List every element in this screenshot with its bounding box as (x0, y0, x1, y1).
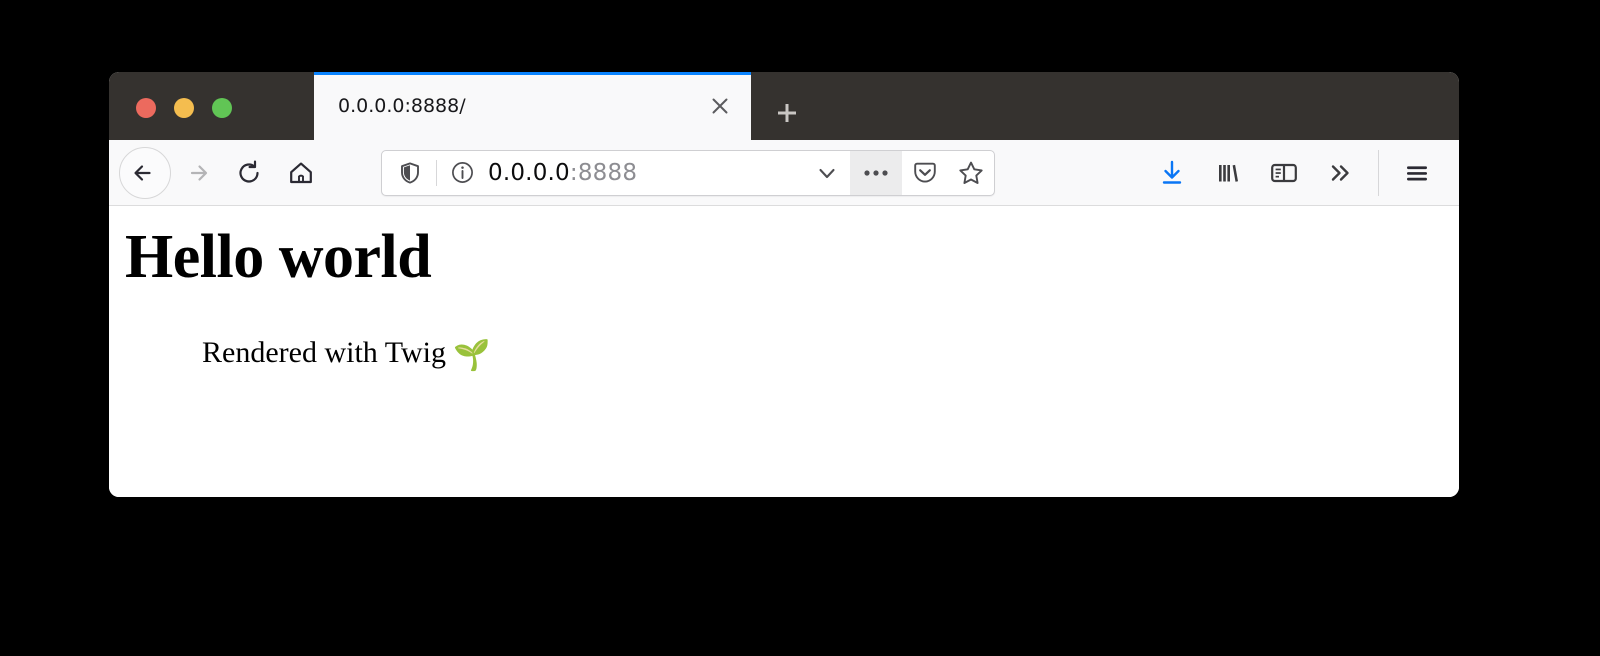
forward-arrow-icon (171, 147, 223, 199)
page-info-icon[interactable] (447, 158, 477, 188)
new-tab-button[interactable] (764, 90, 810, 136)
close-icon[interactable] (705, 91, 735, 121)
home-icon[interactable] (275, 147, 327, 199)
page-subtext-label: Rendered with Twig (202, 336, 446, 369)
pocket-icon[interactable] (902, 151, 948, 195)
browser-tab-active[interactable]: 0.0.0.0:8888/ (314, 72, 751, 140)
reload-icon[interactable] (223, 147, 275, 199)
url-input[interactable]: 0.0.0.0:8888 (477, 160, 804, 186)
ellipsis-icon[interactable] (850, 150, 902, 195)
chevron-down-icon[interactable] (804, 151, 850, 195)
window-controls (136, 98, 232, 118)
hamburger-menu-icon[interactable] (1389, 147, 1445, 199)
url-bar[interactable]: 0.0.0.0:8888 (381, 149, 995, 196)
page-subtext: Rendered with Twig 🌱 (202, 336, 490, 373)
maximize-window-button[interactable] (212, 98, 232, 118)
library-books-icon[interactable] (1200, 147, 1256, 199)
tracking-protection-shield-icon[interactable] (394, 157, 426, 189)
minimize-window-button[interactable] (174, 98, 194, 118)
browser-window: 0.0.0.0:8888/ 0.0.0.0:8888 Hello world R… (109, 72, 1459, 497)
navigation-toolbar: 0.0.0.0:8888 (109, 140, 1459, 206)
urlbar-divider (436, 159, 437, 186)
toolbar-divider (1378, 149, 1379, 196)
close-window-button[interactable] (136, 98, 156, 118)
page-title: Hello world (125, 223, 432, 291)
double-chevron-right-icon[interactable] (1312, 147, 1368, 199)
tab-bar: 0.0.0.0:8888/ (109, 72, 1459, 140)
star-icon[interactable] (948, 151, 994, 195)
back-arrow-icon[interactable] (119, 146, 171, 199)
sidebar-toggle-icon[interactable] (1256, 147, 1312, 199)
toolbar-right-group (1144, 147, 1445, 199)
page-content: Hello world Rendered with Twig 🌱 (109, 206, 1459, 497)
active-tab-indicator (314, 72, 751, 75)
url-host: 0.0.0.0 (488, 159, 570, 186)
seedling-emoji: 🌱 (452, 339, 491, 372)
tab-title: 0.0.0.0:8888/ (338, 95, 466, 117)
url-port: :8888 (569, 159, 638, 186)
download-arrow-icon[interactable] (1144, 147, 1200, 199)
